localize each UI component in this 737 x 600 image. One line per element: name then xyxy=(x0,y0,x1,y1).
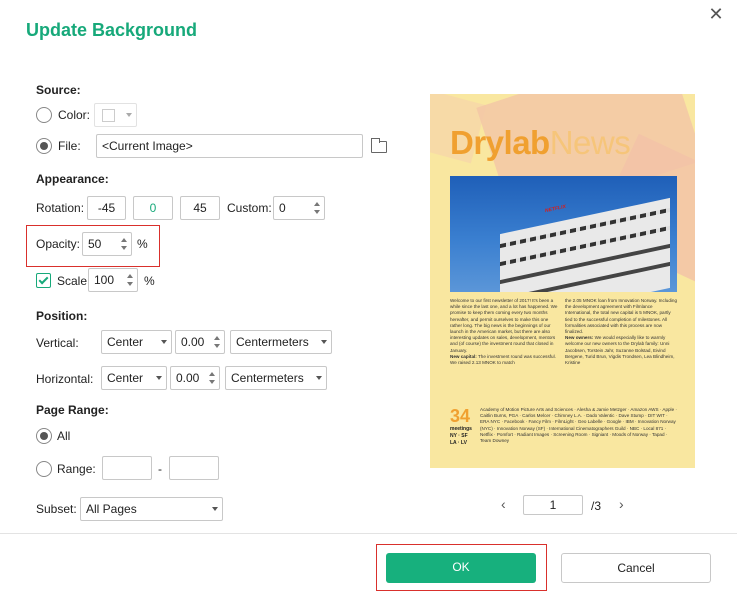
opacity-label: Opacity: xyxy=(36,237,81,251)
preview-column-2: the 2.05 MNOK loan from Innovation Norwa… xyxy=(565,298,677,366)
folder-icon[interactable] xyxy=(371,138,387,153)
rotation-minus45-button[interactable]: -45 xyxy=(87,196,126,220)
spin-down-icon[interactable] xyxy=(127,282,133,286)
color-picker[interactable] xyxy=(94,103,137,127)
preview-logo-light: News xyxy=(549,124,631,161)
preview-photo-sign: NETFLIX xyxy=(545,203,566,215)
next-page-icon[interactable]: › xyxy=(619,496,624,512)
rotation-0-button[interactable]: 0 xyxy=(133,196,173,220)
horizontal-label: Horizontal: xyxy=(36,372,94,386)
vertical-label: Vertical: xyxy=(36,336,79,350)
subset-value: All Pages xyxy=(86,502,137,516)
preview-meetings-line: meetings xyxy=(450,426,472,432)
preview-col1-text: Welcome to our first newsletter of 2017!… xyxy=(450,298,558,353)
preview-col1-capital-heading: New capital: xyxy=(450,353,477,359)
scale-value: 100 xyxy=(94,273,115,287)
source-heading: Source: xyxy=(36,83,81,97)
spin-up-icon[interactable] xyxy=(127,274,133,278)
preview-photo: NETFLIX xyxy=(450,176,677,292)
preview-meetings-line: NY · SF xyxy=(450,433,468,439)
scale-unit: % xyxy=(144,274,155,288)
scale-stepper[interactable]: 100 xyxy=(88,268,138,292)
vertical-unit-dropdown[interactable]: Centermeters xyxy=(230,330,332,354)
position-heading: Position: xyxy=(36,309,88,323)
opacity-unit: % xyxy=(137,237,148,251)
spin-down-icon[interactable] xyxy=(214,344,220,348)
rotation-45-button[interactable]: 45 xyxy=(180,196,220,220)
spin-up-icon[interactable] xyxy=(314,202,320,206)
page-number-input[interactable]: 1 xyxy=(523,495,583,515)
vertical-offset-stepper[interactable]: 0.00 xyxy=(175,330,225,354)
range-to-input[interactable] xyxy=(169,456,219,480)
footer-divider xyxy=(0,533,737,534)
opacity-value: 50 xyxy=(88,237,102,251)
spin-up-icon[interactable] xyxy=(209,372,215,376)
range-radio[interactable] xyxy=(36,461,52,477)
horizontal-align-value: Center xyxy=(107,371,144,385)
chevron-down-icon xyxy=(321,340,327,344)
appearance-heading: Appearance: xyxy=(36,172,109,186)
page-total: /3 xyxy=(591,499,602,513)
preview-logo: DrylabNews xyxy=(450,124,631,162)
color-swatch xyxy=(102,109,115,122)
preview-building xyxy=(500,197,670,292)
preview-big-number: 34 xyxy=(450,406,471,426)
vertical-align-dropdown[interactable]: Center xyxy=(101,330,172,354)
scale-label: Scale: xyxy=(57,274,91,288)
all-pages-label: All xyxy=(57,429,71,443)
spin-down-icon[interactable] xyxy=(314,210,320,214)
range-label: Range: xyxy=(57,462,96,476)
scale-checkbox[interactable] xyxy=(36,273,51,288)
vertical-unit-value: Centermeters xyxy=(236,335,309,349)
subset-label: Subset: xyxy=(36,502,77,516)
close-icon[interactable]: ✕ xyxy=(707,5,725,23)
preview-col2-owners-heading: New owners: xyxy=(565,335,594,341)
rotation-label: Rotation: xyxy=(36,201,85,215)
horizontal-unit-value: Centermeters xyxy=(231,371,304,385)
custom-rotation-value: 0 xyxy=(279,201,286,215)
custom-label: Custom: xyxy=(227,201,272,215)
prev-page-icon[interactable]: ‹ xyxy=(501,496,506,512)
preview-logo-bold: Drylab xyxy=(450,124,550,161)
spin-up-icon[interactable] xyxy=(121,238,127,242)
chevron-down-icon xyxy=(161,340,167,344)
spin-down-icon[interactable] xyxy=(209,380,215,384)
custom-rotation-stepper[interactable]: 0 xyxy=(273,196,325,220)
color-label: Color: xyxy=(58,108,91,122)
all-pages-radio[interactable] xyxy=(36,428,52,444)
chevron-down-icon xyxy=(156,376,162,380)
page-preview: DrylabNews NETFLIX Welcome to our first … xyxy=(430,94,695,468)
spin-down-icon[interactable] xyxy=(121,246,127,250)
page-range-heading: Page Range: xyxy=(36,403,109,417)
file-label: File: xyxy=(58,139,81,153)
preview-meetings-list: Academy of Motion Picture Arts and Scien… xyxy=(480,407,677,444)
ok-button[interactable]: OK xyxy=(386,553,536,583)
range-from-input[interactable] xyxy=(102,456,152,480)
horizontal-offset-stepper[interactable]: 0.00 xyxy=(170,366,220,390)
color-radio[interactable] xyxy=(36,107,52,123)
file-path-input[interactable]: <Current Image> xyxy=(96,134,363,158)
preview-column-1: Welcome to our first newsletter of 2017!… xyxy=(450,298,560,366)
preview-meetings: meetings NY · SF LA · LV xyxy=(450,426,472,447)
range-separator: - xyxy=(158,462,162,476)
cancel-button[interactable]: Cancel xyxy=(561,553,711,583)
dialog-title: Update Background xyxy=(26,20,198,40)
horizontal-unit-dropdown[interactable]: Centermeters xyxy=(225,366,327,390)
file-radio[interactable] xyxy=(36,138,52,154)
chevron-down-icon xyxy=(212,507,218,511)
preview-meetings-line: LA · LV xyxy=(450,440,467,446)
horizontal-offset-value: 0.00 xyxy=(176,371,200,385)
preview-col2-text: the 2.05 MNOK loan from Innovation Norwa… xyxy=(565,298,678,335)
horizontal-align-dropdown[interactable]: Center xyxy=(101,366,167,390)
opacity-stepper[interactable]: 50 xyxy=(82,232,132,256)
subset-dropdown[interactable]: All Pages xyxy=(80,497,223,521)
spin-up-icon[interactable] xyxy=(214,336,220,340)
chevron-down-icon xyxy=(126,113,132,117)
checkmark-icon xyxy=(38,274,49,285)
vertical-align-value: Center xyxy=(107,335,144,349)
vertical-offset-value: 0.00 xyxy=(181,335,205,349)
chevron-down-icon xyxy=(316,376,322,380)
